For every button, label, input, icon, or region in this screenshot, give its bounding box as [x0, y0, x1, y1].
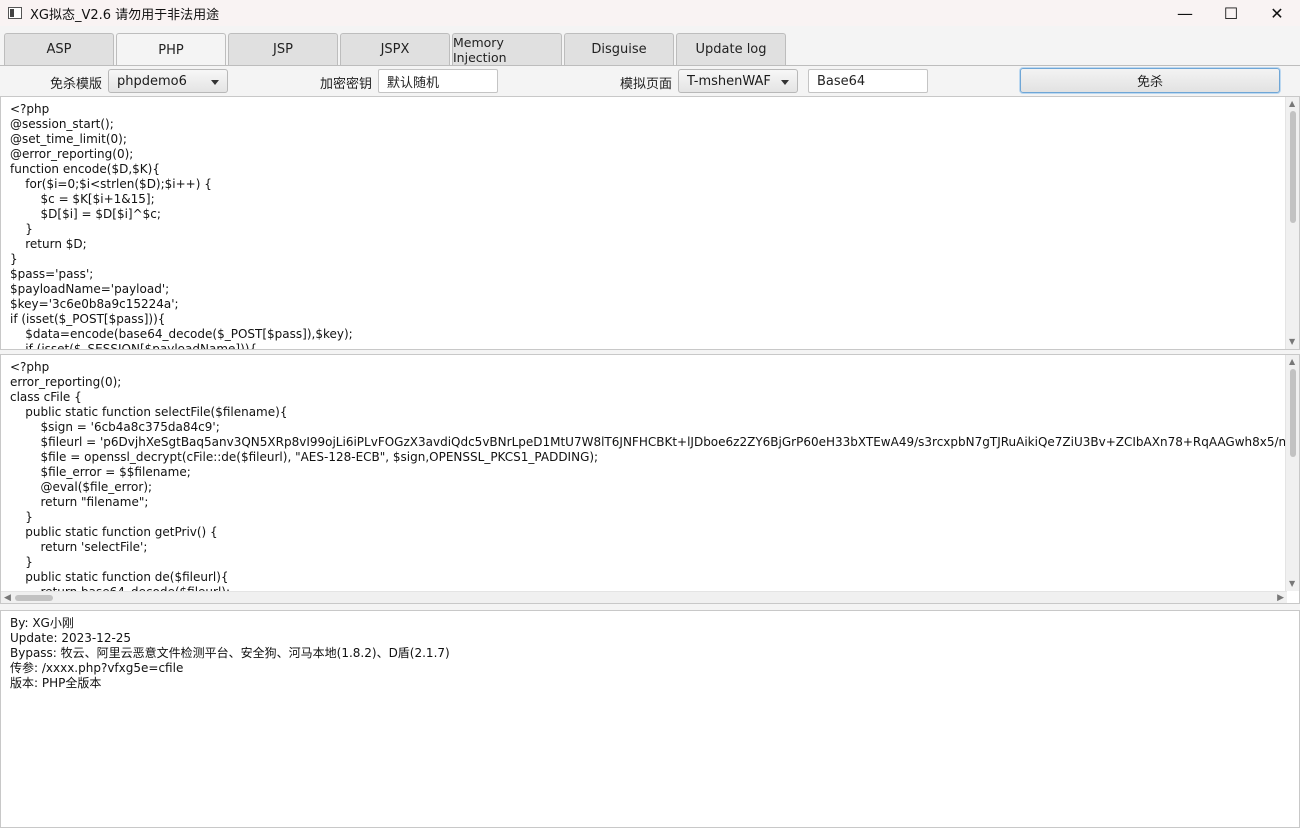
page-label: 模拟页面 [620, 77, 673, 92]
tab-jsp[interactable]: JSP [228, 33, 338, 65]
tab-disguise[interactable]: Disguise [564, 33, 674, 65]
tab-memory-injection[interactable]: Memory Injection [452, 33, 562, 65]
options-toolbar: 免杀模版 phpdemo6 加密密钥 模拟页面 T-mshenWAF 免杀 [0, 66, 1300, 96]
output-hscroll-thumb[interactable] [15, 595, 53, 601]
output-code-text: <?php error_reporting(0); class cFile { … [10, 360, 1300, 599]
chevron-down-icon [211, 80, 219, 85]
template-label: 免杀模版 [50, 77, 103, 92]
tab-php[interactable]: PHP [116, 33, 226, 66]
chevron-down-icon [781, 80, 789, 85]
maximize-button[interactable]: ☐ [1208, 0, 1254, 26]
template-select-value: phpdemo6 [117, 73, 187, 89]
info-pane[interactable]: By: XG小刚 Update: 2023-12-25 Bypass: 牧云、阿… [0, 610, 1300, 828]
close-button[interactable]: ✕ [1254, 0, 1300, 26]
output-code-pane[interactable]: <?php error_reporting(0); class cFile { … [0, 354, 1300, 604]
minimize-button[interactable]: — [1162, 0, 1208, 26]
scroll-down-arrow-icon[interactable]: ▼ [1289, 580, 1295, 588]
key-input[interactable] [378, 69, 498, 93]
tab-asp[interactable]: ASP [4, 33, 114, 65]
tab-bar: ASP PHP JSP JSPX Memory Injection Disgui… [4, 33, 788, 66]
source-scroll-thumb[interactable] [1290, 111, 1296, 223]
page-select-value: T-mshenWAF [687, 73, 771, 89]
scroll-up-arrow-icon[interactable]: ▲ [1289, 100, 1295, 108]
tab-update-log[interactable]: Update log [676, 33, 786, 65]
title-bar: XG拟态_V2.6 请勿用于非法用途 — ☐ ✕ [0, 0, 1300, 26]
tab-jspx[interactable]: JSPX [340, 33, 450, 65]
source-code-text: <?php @session_start(); @set_time_limit(… [10, 102, 353, 350]
scroll-right-arrow-icon[interactable]: ▶ [1277, 593, 1284, 603]
generate-button[interactable]: 免杀 [1020, 68, 1280, 93]
output-vertical-scrollbar[interactable]: ▲ ▼ [1285, 355, 1299, 591]
scroll-down-arrow-icon[interactable]: ▼ [1289, 338, 1295, 346]
output-scroll-thumb[interactable] [1290, 369, 1296, 457]
info-text: By: XG小刚 Update: 2023-12-25 Bypass: 牧云、阿… [10, 616, 450, 690]
source-code-pane[interactable]: <?php @session_start(); @set_time_limit(… [0, 96, 1300, 350]
app-icon [8, 7, 22, 19]
output-horizontal-scrollbar[interactable]: ◀ ▶ [1, 591, 1287, 603]
scroll-left-arrow-icon[interactable]: ◀ [4, 593, 11, 603]
template-select[interactable]: phpdemo6 [108, 69, 228, 93]
scroll-up-arrow-icon[interactable]: ▲ [1289, 358, 1295, 366]
key-label: 加密密钥 [320, 77, 373, 92]
window-title: XG拟态_V2.6 请勿用于非法用途 [30, 7, 220, 23]
source-vertical-scrollbar[interactable]: ▲ ▼ [1285, 97, 1299, 349]
encoding-input[interactable] [808, 69, 928, 93]
page-select[interactable]: T-mshenWAF [678, 69, 798, 93]
window-controls: — ☐ ✕ [1162, 0, 1300, 26]
